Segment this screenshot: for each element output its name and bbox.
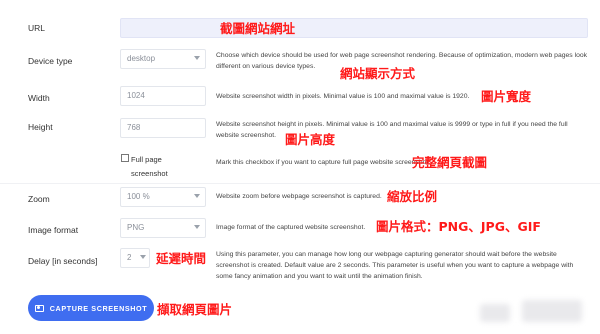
width-label: Width [28, 93, 50, 103]
camera-icon [34, 304, 44, 312]
image-format-annotation: 圖片格式：PNG、JPG、GIF [376, 219, 541, 234]
chevron-down-icon [194, 225, 200, 229]
url-input[interactable] [120, 18, 588, 38]
delay-annotation: 延遲時間 [156, 251, 207, 266]
chevron-down-icon [140, 255, 146, 259]
url-label: URL [28, 23, 46, 33]
capture-screenshot-button[interactable]: CAPTURE SCREENSHOT [28, 295, 154, 321]
divider [0, 183, 600, 184]
blurred-region [522, 300, 582, 322]
delay-description: Using this parameter, you can manage how… [216, 251, 574, 280]
url-annotation: 截圖網站網址 [220, 21, 296, 36]
capture-annotation: 擷取網頁圖片 [157, 302, 233, 317]
image-format-select[interactable]: PNG [120, 218, 206, 238]
height-annotation: 圖片高度 [285, 132, 336, 147]
full-page-annotation: 完整網頁截圖 [412, 155, 488, 170]
width-input[interactable]: 1024 [120, 86, 206, 106]
image-format-description: Image format of the captured website scr… [216, 224, 366, 231]
device-type-select[interactable]: desktop [120, 49, 206, 69]
full-page-label: Full page screenshot [131, 155, 168, 178]
height-input[interactable]: 768 [120, 118, 206, 138]
width-annotation: 圖片寬度 [481, 89, 532, 104]
full-page-checkbox[interactable] [121, 154, 129, 162]
zoom-annotation: 縮放比例 [387, 189, 438, 204]
delay-label: Delay [in seconds] [28, 256, 98, 266]
zoom-label: Zoom [28, 194, 50, 204]
blurred-region [480, 304, 510, 322]
device-type-label: Device type [28, 56, 73, 66]
image-format-label: Image format [28, 225, 79, 235]
chevron-down-icon [194, 194, 200, 198]
delay-select[interactable]: 2 [120, 248, 150, 268]
capture-screenshot-label: CAPTURE SCREENSHOT [49, 303, 148, 313]
device-type-annotation: 網站顯示方式 [340, 66, 416, 81]
height-label: Height [28, 122, 53, 132]
width-description: Website screenshot width in pixels. Mini… [216, 93, 470, 100]
chevron-down-icon [194, 56, 200, 60]
height-description: Website screenshot height in pixels. Min… [216, 121, 568, 139]
zoom-select[interactable]: 100 % [120, 187, 206, 207]
